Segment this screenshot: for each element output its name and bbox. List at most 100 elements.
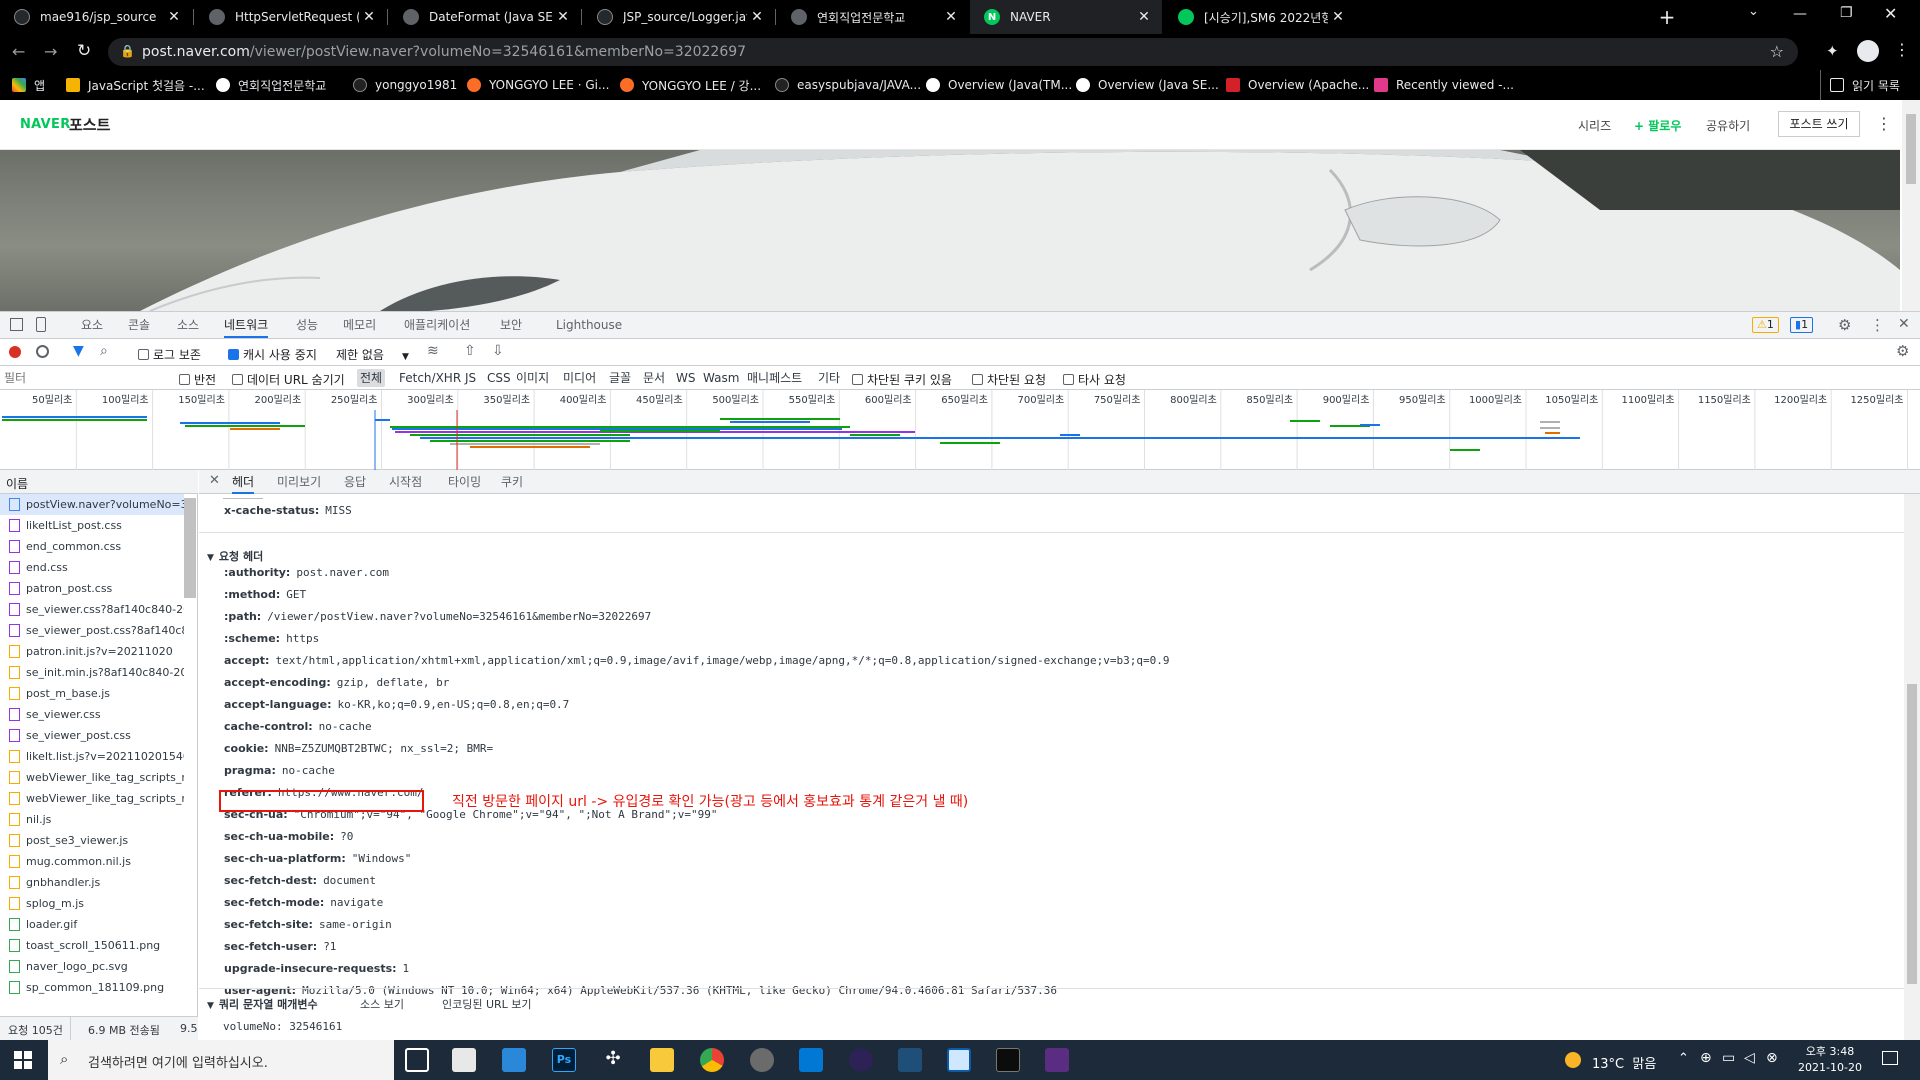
- filter-input[interactable]: [4, 369, 166, 387]
- devtools-tab[interactable]: 네트워크: [224, 312, 269, 338]
- request-row[interactable]: webViewer_like_tag_scripts_ru: [0, 788, 184, 809]
- resource-type-filter[interactable]: Fetch/XHR: [396, 369, 464, 387]
- devtools-more-icon[interactable]: ⋮: [1870, 316, 1885, 334]
- close-tab-icon[interactable]: ✕: [941, 9, 961, 25]
- mail-icon[interactable]: [502, 1048, 526, 1072]
- third-party-checkbox[interactable]: 타사 요청: [1063, 371, 1126, 388]
- microsoft-store-icon[interactable]: [452, 1048, 476, 1072]
- bookmark-item[interactable]: Overview (Apache...: [1226, 76, 1369, 94]
- bookmark-item[interactable]: Recently viewed -...: [1374, 76, 1514, 94]
- browser-tab[interactable]: DateFormat (Java SE 16 & JDK✕: [389, 0, 581, 34]
- display-tray-icon[interactable]: ▭: [1722, 1050, 1735, 1066]
- detail-tab[interactable]: 응답: [344, 470, 366, 494]
- network-overview-timeline[interactable]: 50밀리초 100밀리초 150밀리초 200밀리초 250밀리초 300밀리초 350밀리…: [0, 390, 1920, 470]
- devtools-tab[interactable]: 콘솔: [128, 312, 150, 338]
- page-scrollbar[interactable]: [1902, 100, 1920, 311]
- close-tab-icon[interactable]: ✕: [747, 9, 767, 25]
- bookmark-apps[interactable]: 앱: [12, 76, 45, 94]
- detail-scrollbar[interactable]: [1904, 494, 1920, 1040]
- name-column-header[interactable]: 이름: [0, 470, 198, 494]
- resource-type-filter[interactable]: Wasm: [700, 369, 742, 387]
- browser-tab[interactable]: mae916/jsp_source ✕: [0, 0, 192, 34]
- browser-tab[interactable]: N NAVER ✕: [970, 0, 1162, 34]
- detail-tab[interactable]: 타이밍: [448, 470, 481, 494]
- tray-chevron-up-icon[interactable]: ⌃: [1678, 1051, 1689, 1066]
- resource-type-filter[interactable]: 문서: [640, 369, 668, 387]
- bookmark-item[interactable]: 연회직업전문학교: [216, 76, 326, 94]
- device-toolbar-icon[interactable]: [36, 317, 46, 332]
- back-icon[interactable]: ←: [12, 42, 25, 61]
- settings-gear-icon[interactable]: ⚙: [1838, 316, 1851, 334]
- taskbar-search-box[interactable]: ⌕ 검색하려면 여기에 입력하십시오.: [48, 1040, 394, 1080]
- request-headers-toggle[interactable]: ▼ 요청 헤더: [207, 548, 263, 564]
- write-post-button[interactable]: 포스트 쓰기: [1778, 111, 1860, 137]
- chrome-menu-icon[interactable]: ⋮: [1894, 40, 1910, 59]
- request-row[interactable]: likeIt.list.js?v=202110201540: [0, 746, 184, 767]
- share-link[interactable]: 공유하기: [1706, 117, 1750, 134]
- resource-type-filter[interactable]: 전체: [357, 369, 386, 387]
- bookmark-item[interactable]: Overview (Java(TM...: [926, 76, 1072, 94]
- detail-tab[interactable]: 헤더: [232, 470, 255, 494]
- app-icon[interactable]: [1045, 1048, 1069, 1072]
- action-center-icon[interactable]: [1882, 1051, 1898, 1065]
- service-name[interactable]: 포스트: [69, 114, 110, 135]
- throttling-select[interactable]: 제한 없음 ▼: [336, 346, 409, 363]
- disable-cache-checkbox[interactable]: 캐시 사용 중지: [228, 346, 317, 363]
- vscode-icon[interactable]: [799, 1048, 823, 1072]
- bookmark-item[interactable]: yonggyo1981: [353, 76, 457, 94]
- resource-type-filter[interactable]: CSS: [484, 369, 514, 387]
- request-row[interactable]: webViewer_like_tag_scripts_ru: [0, 767, 184, 788]
- weather-text[interactable]: 13°C 맑음: [1592, 1053, 1656, 1072]
- close-tab-icon[interactable]: ✕: [1134, 9, 1154, 25]
- chrome-icon[interactable]: [700, 1048, 724, 1072]
- request-row[interactable]: naver_logo_pc.svg: [0, 956, 184, 977]
- network-conditions-icon[interactable]: ≋: [427, 343, 439, 359]
- close-tab-icon[interactable]: ✕: [164, 9, 184, 25]
- naver-logo[interactable]: NAVER: [20, 117, 71, 132]
- browser-tab[interactable]: 연회직업전문학교 ✕: [777, 0, 969, 34]
- clock-date[interactable]: 2021-10-20: [1794, 1061, 1866, 1074]
- network-settings-gear-icon[interactable]: ⚙: [1896, 342, 1909, 360]
- app-icon[interactable]: ✣: [601, 1048, 625, 1072]
- request-row[interactable]: se_init.min.js?8af140c840-202: [0, 662, 184, 683]
- reload-icon[interactable]: ↻: [77, 41, 91, 61]
- request-row[interactable]: se_viewer_post.css?8af140c84: [0, 620, 184, 641]
- browser-tab[interactable]: JSP_source/Logger.java at main✕: [583, 0, 775, 34]
- request-row[interactable]: toast_scroll_150611.png: [0, 935, 184, 956]
- more-menu-icon[interactable]: ⋮: [1876, 114, 1892, 133]
- resource-type-filter[interactable]: 매니페스트: [744, 369, 805, 387]
- bookmark-item[interactable]: YONGGYO LEE · Gi...: [467, 76, 609, 94]
- blocked-requests-checkbox[interactable]: 차단된 요청: [972, 371, 1046, 388]
- resource-type-filter[interactable]: 이미지: [513, 369, 552, 387]
- address-bar[interactable]: 🔒 post.naver.com/viewer/postView.naver?v…: [108, 38, 1798, 66]
- eclipse-icon[interactable]: [849, 1048, 873, 1072]
- request-row[interactable]: se_viewer.css?8af140c840-202: [0, 599, 184, 620]
- bookmark-item[interactable]: easyspubjava/JAVA...: [775, 76, 921, 94]
- bookmark-item[interactable]: JavaScript 첫걸음 -...: [66, 76, 205, 94]
- resource-type-filter[interactable]: WS: [673, 369, 698, 387]
- request-row[interactable]: loader.gif: [0, 914, 184, 935]
- clock-time[interactable]: 오후 3:48: [1800, 1043, 1860, 1059]
- notification-tray-icon[interactable]: ⊗: [1766, 1050, 1778, 1066]
- forward-icon[interactable]: →: [44, 42, 57, 61]
- browser-tab[interactable]: HttpServletRequest (Java(TM) E✕: [195, 0, 387, 34]
- file-explorer-icon[interactable]: [650, 1048, 674, 1072]
- network-tray-icon[interactable]: ⊕: [1700, 1050, 1712, 1066]
- close-window-icon[interactable]: ✕: [1884, 4, 1897, 23]
- request-row[interactable]: end_common.css: [0, 536, 184, 557]
- close-tab-icon[interactable]: ✕: [553, 9, 573, 25]
- request-row[interactable]: mug.common.nil.js: [0, 851, 184, 872]
- devtools-tab[interactable]: Lighthouse: [556, 312, 622, 338]
- browser-tab[interactable]: [시승기],SM6 2022년형, 3천만✕: [1164, 0, 1356, 34]
- request-row[interactable]: se_viewer.css: [0, 704, 184, 725]
- query-params-toggle[interactable]: ▼ 쿼리 문자열 매개변수: [207, 996, 318, 1012]
- page-scrollbar-thumb[interactable]: [1906, 114, 1916, 184]
- app-icon[interactable]: [898, 1048, 922, 1072]
- detail-scrollbar-thumb[interactable]: [1907, 684, 1917, 984]
- request-row[interactable]: post_se3_viewer.js: [0, 830, 184, 851]
- view-url-encoded-link[interactable]: 인코딩된 URL 보기: [442, 996, 532, 1012]
- follow-button[interactable]: + 팔로우: [1634, 117, 1681, 134]
- detail-tab[interactable]: 미리보기: [277, 470, 321, 494]
- record-icon[interactable]: [9, 346, 21, 358]
- profile-avatar[interactable]: [1857, 40, 1879, 62]
